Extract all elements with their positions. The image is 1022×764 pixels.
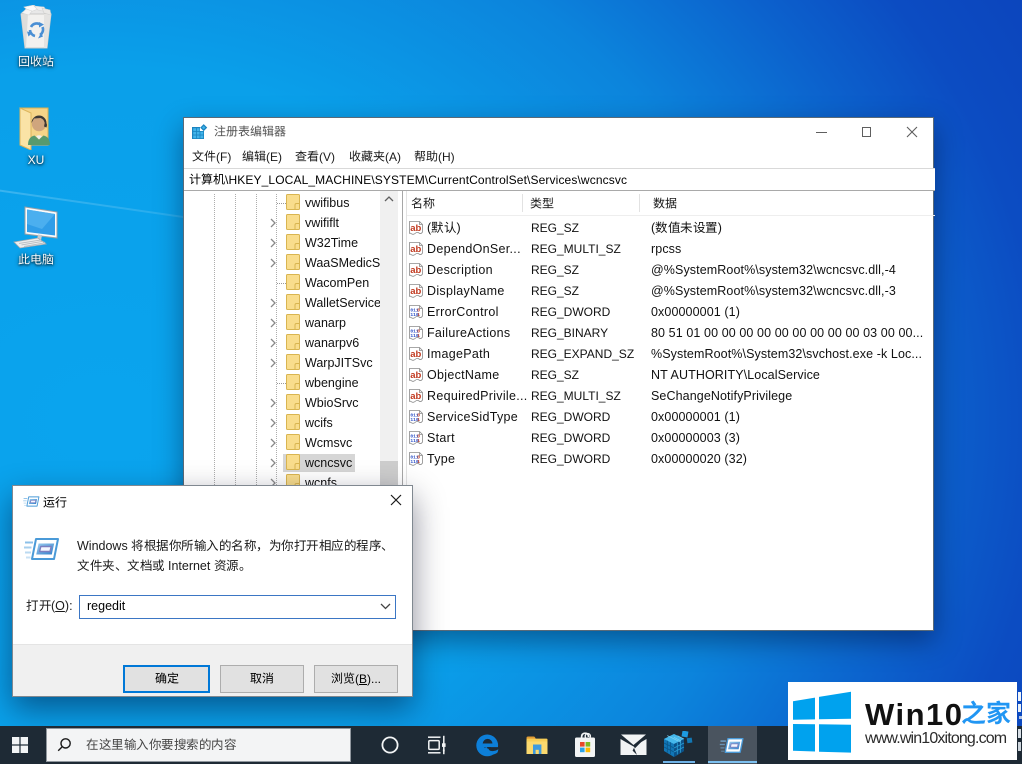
svg-text:1: 1 xyxy=(417,438,420,444)
svg-text:ab: ab xyxy=(410,349,421,360)
svg-text:ab: ab xyxy=(410,286,421,297)
svg-text:1: 1 xyxy=(417,312,420,318)
svg-text:1: 1 xyxy=(417,417,420,423)
svg-text:ab: ab xyxy=(410,244,421,255)
svg-text:ab: ab xyxy=(410,265,421,276)
svg-text:ab: ab xyxy=(410,370,421,381)
svg-text:ab: ab xyxy=(410,223,421,234)
svg-text:1: 1 xyxy=(417,333,420,339)
svg-text:1: 1 xyxy=(417,459,420,465)
svg-text:ab: ab xyxy=(410,391,421,402)
